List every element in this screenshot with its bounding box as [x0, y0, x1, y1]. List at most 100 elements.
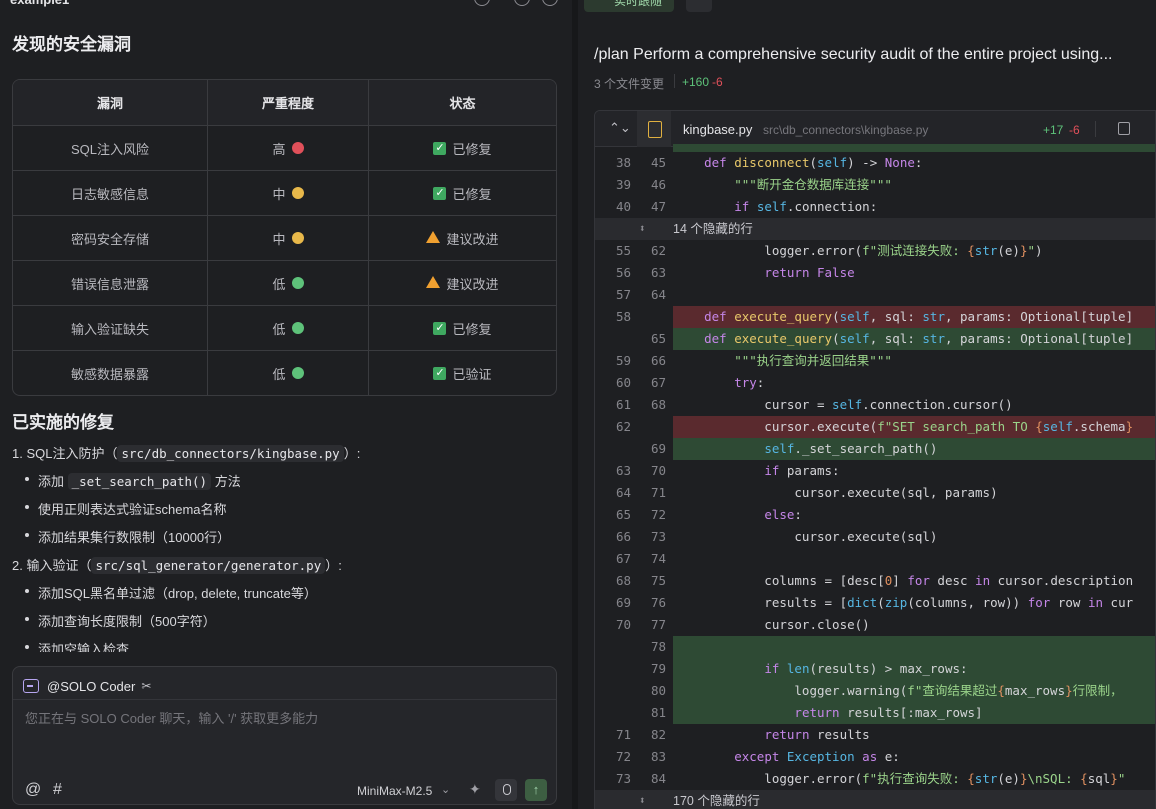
- code-line-added: 79 if len(results) > max_rows:: [595, 658, 1155, 680]
- severity-label: 中: [272, 231, 286, 247]
- status-label: 建议改进: [446, 276, 499, 292]
- agent-name: @SOLO Coder: [47, 678, 136, 694]
- tab-code[interactable]: [758, 0, 784, 12]
- file-icon[interactable]: [637, 111, 671, 147]
- chat-input[interactable]: [25, 711, 545, 726]
- status-cell: 建议改进: [369, 216, 556, 260]
- tab-export[interactable]: [794, 0, 814, 12]
- hidden-lines[interactable]: ⬍ 170 个隐藏的行: [595, 790, 1155, 809]
- file-deletions: -6: [1069, 123, 1080, 137]
- code-line-added: 78: [595, 636, 1155, 658]
- check-icon: ✓: [433, 141, 447, 155]
- divider: [674, 74, 675, 88]
- code-line: 57 64: [615, 287, 666, 302]
- chat-pane: example1 ⌄ 发现的安全漏洞 漏洞 严重程度 状态 SQL注入风险 高 ✓ 已…: [0, 0, 572, 809]
- file-path: src/db_connectors/kingbase.py: [117, 445, 344, 462]
- diff-pane: 实时跟随 /plan Perform a comprehensive secur…: [578, 0, 1156, 809]
- project-name[interactable]: example1: [10, 0, 69, 7]
- code-line: 38 45 def disconnect(self) -> None:: [615, 155, 923, 170]
- file-diff: ⌃⌄ kingbase.py src\db_connectors\kingbas…: [594, 110, 1156, 809]
- item-text: 方法: [211, 474, 241, 489]
- changes-count: 3 个文件变更: [594, 77, 665, 91]
- file-name[interactable]: kingbase.py: [683, 122, 752, 137]
- code-line: 72 83 except Exception as e:: [615, 749, 900, 764]
- list-item: 添加空输入检查: [24, 639, 129, 652]
- code-line-deleted: 58 def execute_query(self, sql: str, par…: [595, 306, 1155, 328]
- status-cell: ✓ 已验证: [369, 351, 556, 395]
- copy-icon[interactable]: [1118, 122, 1130, 135]
- code-line: 55 62 logger.error(f"测试连接失败: {str(e)}"): [615, 243, 1043, 258]
- severity-dot-icon: [291, 367, 304, 379]
- col-header: 状态: [449, 96, 476, 111]
- code-line: 68 75 columns = [desc[0] for desc in curs…: [615, 573, 1134, 588]
- list-item: 添加结果集行数限制（10000行）: [24, 527, 230, 546]
- deletions-count: -6: [712, 75, 723, 89]
- chat-composer: @SOLO Coder ✂ @ # MiniMax-M2.5 ⌄ ✦ ↑: [12, 666, 557, 805]
- mic-button[interactable]: [495, 779, 517, 801]
- code-line: 59 66 """执行查询并返回结果""": [615, 353, 892, 368]
- table-row: SQL注入风险 高 ✓ 已修复: [13, 125, 556, 170]
- vulns-heading: 发现的安全漏洞: [12, 35, 131, 54]
- status-label: 建议改进: [446, 231, 499, 247]
- code-line: [595, 144, 1155, 152]
- warning-icon: [426, 276, 441, 288]
- severity-cell: 高: [208, 126, 369, 170]
- send-button[interactable]: ↑: [525, 779, 547, 801]
- hidden-lines[interactable]: ⬍ 14 个隐藏的行: [595, 218, 1155, 240]
- code-line: 69 76 results = [dict(zip(columns, row)) …: [615, 595, 1134, 610]
- chevron-down-icon[interactable]: ⌄: [441, 783, 450, 796]
- history-icon[interactable]: [474, 0, 490, 6]
- vuln-name: 密码安全存储: [13, 216, 208, 260]
- status-label: 已验证: [452, 366, 492, 382]
- fix-item-1: 1. SQL注入防护（ src/db_connectors/kingbase.py…: [12, 443, 360, 462]
- code-line: 56 63 return False: [615, 265, 855, 280]
- severity-cell: 低: [208, 306, 369, 350]
- mention-button[interactable]: @: [25, 781, 41, 799]
- collapse-icon[interactable]: ⌃⌄: [609, 120, 631, 136]
- code-line-added: 65 def execute_query(self, sql: str, par…: [595, 328, 1155, 350]
- tab-label: 实时跟随: [614, 0, 663, 8]
- tab-live-follow[interactable]: 实时跟随: [584, 0, 674, 12]
- col-header: 漏洞: [13, 80, 208, 125]
- item-text: 添加: [38, 474, 68, 489]
- fixes-heading: 已实施的修复: [12, 413, 114, 432]
- inline-code: _set_search_path(): [67, 473, 212, 490]
- file-path: src/sql_generator/generator.py: [91, 557, 326, 574]
- code-line: 60 67 try:: [615, 375, 765, 390]
- agent-mention[interactable]: @SOLO Coder ✂: [23, 673, 151, 699]
- model-selector[interactable]: MiniMax-M2.5: [357, 784, 432, 798]
- status-icon[interactable]: [542, 0, 558, 6]
- vuln-name: SQL注入风险: [13, 126, 208, 170]
- additions-count: +160: [682, 75, 710, 89]
- vuln-name: 错误信息泄露: [13, 261, 208, 305]
- check-icon: ✓: [433, 186, 447, 200]
- file-path: src\db_connectors\kingbase.py: [763, 123, 929, 137]
- status-cell: ✓ 已修复: [369, 126, 556, 170]
- fix-item-2: 2. 输入验证（ src/sql_generator/generator.py）:: [12, 555, 342, 574]
- check-icon: ✓: [433, 366, 447, 380]
- severity-dot-icon: [291, 277, 304, 289]
- severity-label: 低: [272, 321, 286, 337]
- chevron-down-icon[interactable]: ⌄: [68, 0, 76, 2]
- plan-title: /plan Perform a comprehensive security a…: [594, 46, 1113, 63]
- code-line: 66 73 cursor.execute(sql): [615, 529, 938, 544]
- list-item: 使用正则表达式验证schema名称: [25, 499, 227, 518]
- severity-dot-icon: [291, 142, 304, 154]
- severity-dot-icon: [291, 187, 304, 199]
- code-line: 65 72 else:: [615, 507, 802, 522]
- sparkle-icon[interactable]: ✦: [469, 781, 481, 798]
- gear-icon[interactable]: [514, 0, 530, 6]
- severity-label: 低: [272, 276, 286, 292]
- code-line: 71 82 return results: [615, 727, 870, 742]
- fix-suffix: ）:: [343, 446, 361, 461]
- tab-doc[interactable]: [724, 0, 748, 12]
- code-line-added: 80 logger.warning(f"查询结果超过{max_rows}行限制，: [595, 680, 1155, 702]
- tools-icon[interactable]: ✂: [141, 679, 151, 693]
- severity-cell: 中: [208, 171, 369, 215]
- severity-label: 高: [272, 141, 286, 157]
- status-label: 已修复: [452, 186, 492, 202]
- severity-dot-icon: [291, 232, 304, 244]
- context-button[interactable]: #: [53, 781, 62, 799]
- tab-diff[interactable]: [686, 0, 712, 12]
- tab-add[interactable]: [824, 0, 844, 12]
